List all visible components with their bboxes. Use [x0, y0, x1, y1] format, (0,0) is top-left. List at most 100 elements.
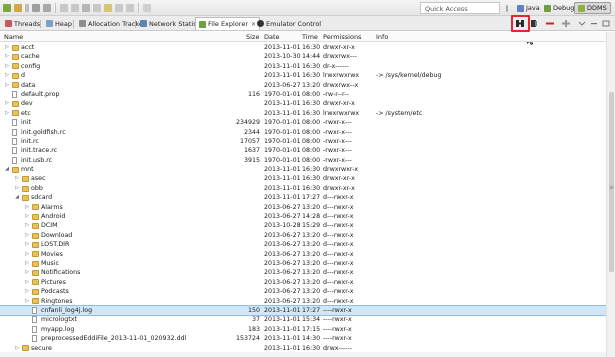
- wand-icon[interactable]: [43, 4, 51, 12]
- tab-threads[interactable]: Threads: [2, 17, 43, 30]
- expand-arrow-icon[interactable]: ▷: [4, 62, 10, 71]
- tab-emulator-control[interactable]: Emulator Control: [254, 17, 324, 30]
- table-row[interactable]: ▷ asec 2013-11-01 16:30 drwxr-xr-x: [0, 174, 606, 183]
- expand-arrow-icon[interactable]: ▷: [4, 109, 10, 118]
- quick-access-input[interactable]: Quick Access: [420, 2, 500, 14]
- table-row[interactable]: ▷ Ringtones 2013-06-27 13:20 d---rwxr-x: [0, 297, 606, 306]
- expand-arrow-icon[interactable]: ▷: [4, 99, 10, 108]
- table-row[interactable]: ▷ Podcasts 2013-06-27 13:20 d---rwxr-x: [0, 287, 606, 296]
- table-row[interactable]: ▷ Notifications 2013-06-27 13:20 d---rwxr-x: [0, 268, 606, 277]
- table-row[interactable]: ▷ cache 2013-10-30 14:44 drwxrwx---: [0, 52, 606, 61]
- nav-forward-icon[interactable]: [126, 4, 134, 12]
- file-date-cell: 2013-06-27: [264, 297, 301, 305]
- table-row[interactable]: preprocessedEddiFile_2013-11-01_020932.d…: [0, 334, 606, 343]
- expand-arrow-icon[interactable]: ▷: [24, 287, 30, 296]
- table-row[interactable]: ▷ acct 2013-11-01 16:30 drwxr-xr-x: [0, 43, 606, 52]
- table-row[interactable]: init 234929 1970-01-01 08:00 -rwxr-x---: [0, 118, 606, 127]
- table-row[interactable]: ▷ DCIM 2013-10-28 15:29 d---rwxr-x: [0, 221, 606, 230]
- file-permissions-cell: -rwxr-x---: [323, 137, 352, 145]
- perspective-ddms[interactable]: DDMS: [574, 2, 611, 14]
- table-row[interactable]: ▷ Download 2013-06-27 13:20 d---rwxr-x: [0, 231, 606, 240]
- table-row[interactable]: cnfanli_log4j.log 150 2013-11-01 17:27 ----r…: [0, 304, 607, 317]
- file-size-cell: 1637: [243, 147, 260, 155]
- table-row[interactable]: ▷ obb 2013-11-01 16:30 drwxr-xr-x: [0, 184, 606, 193]
- new-folder-icon[interactable]: [561, 19, 571, 28]
- table-row[interactable]: micrologtxt 37 2013-11-01 15:34 ----rwxr-x: [0, 315, 606, 324]
- column-header-name[interactable]: Name: [4, 33, 23, 41]
- expand-arrow-icon[interactable]: ▷: [14, 174, 20, 183]
- debug-icon[interactable]: [82, 4, 90, 12]
- vertical-scrollbar[interactable]: ≡: [606, 32, 615, 357]
- expand-arrow-icon[interactable]: ▷: [24, 268, 30, 277]
- table-row[interactable]: ▷ d 2013-11-01 16:30 lrwxrwxrwx -> /sys/kerne…: [0, 71, 606, 80]
- expand-arrow-icon[interactable]: ▷: [4, 71, 10, 80]
- column-header-permissions[interactable]: Permissions: [323, 33, 361, 41]
- perspective-debug[interactable]: Debug: [540, 2, 578, 14]
- file-date-cell: 2013-06-27: [264, 269, 301, 277]
- file-date-cell: 2013-11-01: [264, 194, 301, 202]
- expand-arrow-icon[interactable]: ▷: [24, 212, 30, 221]
- column-header-info[interactable]: Info: [376, 33, 388, 41]
- expand-arrow-icon[interactable]: ▷: [24, 278, 30, 287]
- expand-arrow-icon[interactable]: ▷: [4, 81, 10, 90]
- highlight-annotation: [511, 15, 530, 32]
- table-row[interactable]: ▷ etc 2013-11-01 16:30 lrwxrwxrwx -> /system/…: [0, 109, 606, 118]
- run-icon[interactable]: [71, 4, 79, 12]
- column-header-date[interactable]: Date: [264, 33, 280, 41]
- folder-icon: [32, 223, 39, 230]
- expand-arrow-icon[interactable]: ▷: [24, 259, 30, 268]
- table-row[interactable]: ▷ Music 2013-06-27 13:20 d---rwxr-x: [0, 259, 606, 268]
- table-row[interactable]: ▷ data 2013-06-27 13:20 drwxrwx--x: [0, 81, 606, 90]
- expand-arrow-icon[interactable]: ▷: [24, 221, 30, 230]
- table-row[interactable]: ▷ Movies 2013-06-27 13:20 d---rwxr-x: [0, 250, 606, 259]
- maximize-icon[interactable]: [601, 19, 611, 28]
- expand-arrow-icon[interactable]: ▷: [24, 297, 30, 306]
- table-row[interactable]: init.rc 17057 1970-01-01 08:00 -rwxr-x---: [0, 137, 606, 146]
- search-icon[interactable]: [104, 4, 112, 12]
- file-permissions-cell: drwxr-xr-x: [323, 44, 355, 51]
- expand-arrow-open-icon[interactable]: ◢: [14, 193, 20, 202]
- delete-icon[interactable]: [545, 19, 555, 28]
- table-row[interactable]: ▷ Alarms 2013-06-27 13:20 d---rwxr-x: [0, 203, 606, 212]
- column-header-size[interactable]: Size: [246, 33, 259, 41]
- table-row[interactable]: ▷ Pictures 2013-06-27 13:20 d---rwxr-x: [0, 278, 606, 287]
- dropdown-icon[interactable]: [25, 4, 29, 12]
- push-file-icon[interactable]: [529, 19, 539, 28]
- open-perspective-button[interactable]: [502, 2, 512, 14]
- expand-arrow-icon[interactable]: ▷: [4, 52, 10, 61]
- table-row[interactable]: ▷ LOST.DIR 2013-06-27 13:20 d---rwxr-x: [0, 240, 606, 249]
- tab-heap[interactable]: Heap: [43, 17, 75, 30]
- expand-arrow-icon[interactable]: ▷: [14, 184, 20, 193]
- expand-arrow-icon[interactable]: ▷: [24, 240, 30, 249]
- edit-icon[interactable]: [14, 4, 22, 12]
- back-icon[interactable]: [60, 4, 68, 12]
- splitter-grip-icon[interactable]: ≡: [609, 184, 614, 191]
- table-row[interactable]: ◢ sdcard 2013-11-01 17:27 d---rwxr-x: [0, 193, 606, 202]
- open-type-icon[interactable]: [143, 4, 151, 12]
- tab-file-explorer[interactable]: File Explorer ✕: [195, 17, 261, 30]
- table-row[interactable]: ▷ config 2013-11-01 16:30 dr-x------: [0, 62, 606, 71]
- expand-arrow-icon[interactable]: ▷: [24, 250, 30, 259]
- expand-arrow-icon[interactable]: ▷: [24, 203, 30, 212]
- table-row[interactable]: init.trace.rc 1637 1970-01-01 08:00 -rwxr-x-…: [0, 146, 606, 155]
- table-row[interactable]: default.prop 116 1970-01-01 08:00 -rw-r--r--: [0, 90, 606, 99]
- view-menu-icon[interactable]: [577, 19, 587, 28]
- expand-arrow-open-icon[interactable]: ◢: [4, 165, 10, 174]
- table-row[interactable]: ▷ dev 2013-11-01 16:30 drwxr-xr-x: [0, 99, 606, 108]
- column-header-time[interactable]: Time: [302, 33, 318, 41]
- table-row[interactable]: myapp.log 183 2013-11-01 17:15 ----rwxr-x: [0, 325, 606, 334]
- pin-icon[interactable]: [32, 4, 40, 12]
- new-icon[interactable]: [3, 4, 11, 12]
- external-tools-icon[interactable]: [93, 4, 101, 12]
- table-row[interactable]: ▷ Android 2013-06-27 14:28 d---rwxr-x: [0, 212, 606, 221]
- table-row[interactable]: init.usb.rc 3915 1970-01-01 08:00 -rwxr-x---: [0, 156, 606, 165]
- table-row[interactable]: ◢ mnt 2013-11-01 16:30 drwxrwxr-x: [0, 165, 606, 174]
- minimize-icon[interactable]: [589, 19, 599, 28]
- nav-back-icon[interactable]: [115, 4, 123, 12]
- expand-arrow-icon[interactable]: ▷: [24, 231, 30, 240]
- file-time-cell: 13:20: [302, 259, 321, 267]
- scrollbar-thumb[interactable]: [609, 92, 614, 272]
- expand-arrow-icon[interactable]: ▷: [4, 43, 10, 52]
- file-explorer-icon: [199, 20, 206, 28]
- table-row[interactable]: init.goldfish.rc 2344 1970-01-01 08:00 -rwxr…: [0, 128, 606, 137]
